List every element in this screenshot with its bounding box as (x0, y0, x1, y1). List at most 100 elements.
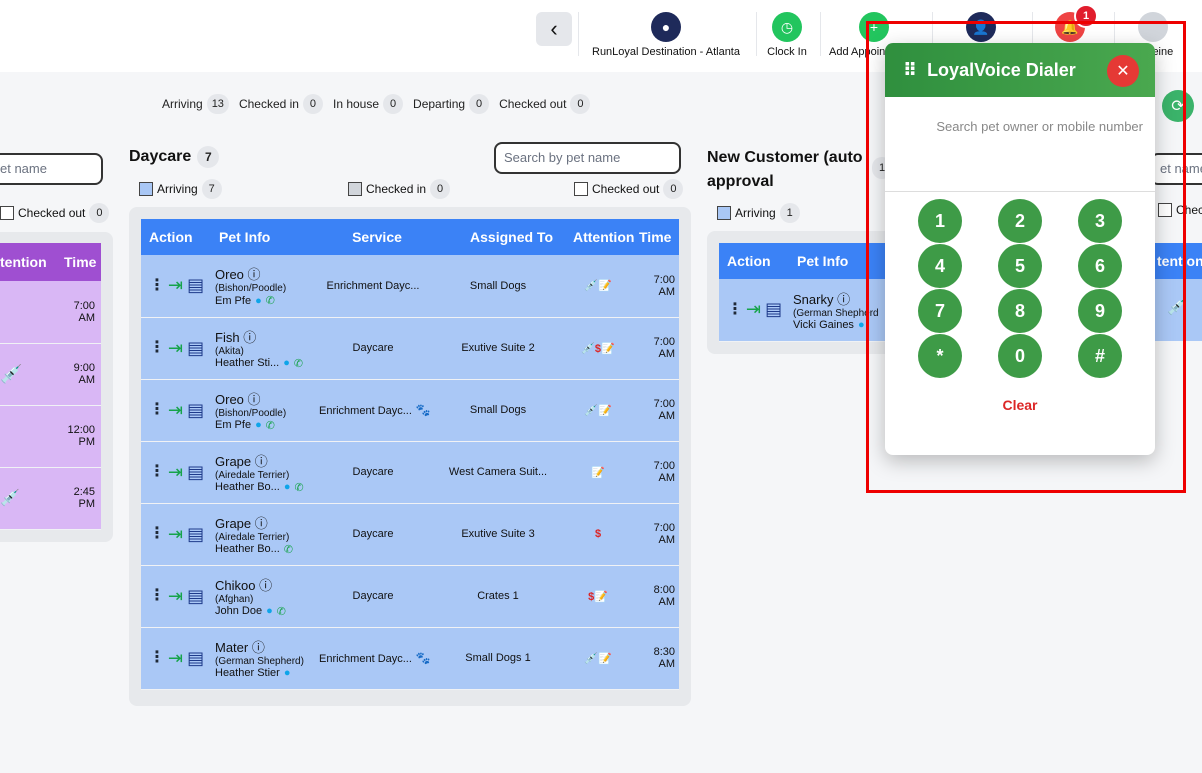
daycare-title: Daycare 7 (129, 146, 220, 168)
phone-icon[interactable]: ✆ (266, 419, 275, 432)
paw-icon: 🐾 (415, 403, 431, 417)
check-in-icon[interactable]: ⇥ (168, 462, 183, 483)
info-icon[interactable]: ⓘ (837, 292, 850, 307)
summary-in-house[interactable]: In house 0 (333, 94, 404, 114)
table-row[interactable]: ⋮ ⇥ ▤ Grape ⓘ (Airedale Terrier) Heather Bo.… (141, 441, 679, 504)
syringe-icon: 💉 (0, 490, 20, 507)
column-header: Pet Info (219, 229, 271, 245)
more-menu-icon[interactable]: ⋮ (149, 340, 165, 356)
info-icon[interactable]: ⓘ (255, 516, 268, 531)
paw-icon: 🐾 (415, 651, 431, 665)
summary-checked-in[interactable]: Checked in 0 (239, 94, 323, 114)
location-selector[interactable]: ● RunLoyal Destination - Atlanta (588, 12, 744, 62)
pet-profile-icon[interactable]: ▤ (765, 299, 782, 320)
chevron-left-icon: ‹ (550, 16, 558, 41)
info-icon[interactable]: ⓘ (248, 392, 261, 407)
pet-profile-icon[interactable]: ▤ (187, 462, 204, 483)
summary-checked-out[interactable]: Checked out 0 (499, 94, 591, 114)
chat-icon[interactable]: ● (266, 605, 273, 617)
table-row[interactable]: ⋮ ⇥ ▤ Grape ⓘ (Airedale Terrier) Heather Bo.… (141, 503, 679, 566)
more-menu-icon[interactable]: ⋮ (149, 650, 165, 666)
check-in-icon[interactable]: ⇥ (168, 524, 183, 545)
checkbox[interactable] (574, 182, 588, 196)
info-icon[interactable]: ⓘ (252, 640, 265, 655)
attention-icons[interactable]: 💉📝 (565, 255, 631, 318)
table-row[interactable]: ⋮ ⇥ ▤ Oreo ⓘ (Bishon/Poodle) Em Pfe ● ✆ Enrich… (141, 255, 679, 318)
chat-icon[interactable]: ● (283, 357, 290, 369)
chat-icon[interactable]: ● (284, 481, 291, 493)
more-menu-icon[interactable]: ⋮ (149, 402, 165, 418)
table-row[interactable]: ⋮ ⇥ ▤ Chikoo ⓘ (Afghan) John Doe ● ✆ Daycare C… (141, 565, 679, 628)
filter-checked-out[interactable]: Checked out 0 (574, 179, 684, 199)
checkbox[interactable] (0, 206, 14, 220)
checkbox[interactable] (348, 182, 362, 196)
more-menu-icon[interactable]: ⋮ (149, 526, 165, 542)
table-row[interactable]: ⋮ ⇥ ▤ Oreo ⓘ (Bishon/Poodle) Em Pfe ● ✆ Enrich… (141, 379, 679, 442)
check-in-icon[interactable]: ⇥ (168, 275, 183, 296)
divider (820, 12, 821, 56)
column-header: Time (639, 229, 672, 245)
more-menu-icon[interactable]: ⋮ (149, 588, 165, 604)
pet-profile-icon[interactable]: ▤ (187, 586, 204, 607)
table-row[interactable]: 💉 9:00 AM (0, 343, 101, 406)
table-row[interactable]: ⋮ ⇥ ▤ Mater ⓘ (German Shepherd) Heather Stie… (141, 627, 679, 690)
table-row[interactable]: 💉 2:45 PM (0, 467, 101, 530)
attention-icons[interactable]: 📝 (565, 441, 631, 504)
checkbox[interactable] (139, 182, 153, 196)
info-icon[interactable]: ⓘ (259, 578, 272, 593)
column-header: Assigned To (470, 229, 553, 245)
left-table: tention Time 7:00 AM 💉 9:00 AM 12:00 PM 💉… (0, 243, 101, 530)
info-icon[interactable]: ⓘ (243, 330, 256, 345)
check-in-icon[interactable]: ⇥ (168, 586, 183, 607)
more-menu-icon[interactable]: ⋮ (727, 301, 743, 317)
table-row[interactable]: 12:00 PM (0, 405, 101, 468)
more-menu-icon[interactable]: ⋮ (149, 464, 165, 480)
pet-profile-icon[interactable]: ▤ (187, 338, 204, 359)
check-in-icon[interactable]: ⇥ (168, 338, 183, 359)
table-row[interactable]: ⋮ ⇥ ▤ Fish ⓘ (Akita) Heather Sti... ● ✆ Daycar… (141, 317, 679, 380)
clock-in-label: Clock In (767, 46, 807, 58)
daycare-search-input[interactable]: Search by pet name (494, 142, 681, 174)
info-icon[interactable]: ⓘ (248, 267, 261, 282)
pet-profile-icon[interactable]: ▤ (187, 524, 204, 545)
info-icon[interactable]: ⓘ (255, 454, 268, 469)
pet-profile-icon[interactable]: ▤ (187, 275, 204, 296)
filter-checked-in[interactable]: Checked in 0 (348, 179, 451, 199)
checkbox[interactable] (717, 206, 731, 220)
summary-arriving[interactable]: Arriving 13 (162, 94, 229, 114)
attention-icons[interactable]: 💉$📝 (565, 317, 631, 380)
clock-in-button[interactable]: ◷ Clock In (764, 12, 810, 62)
phone-icon[interactable]: ✆ (266, 294, 275, 307)
table-row[interactable]: 7:00 AM (0, 281, 101, 344)
phone-icon[interactable]: ✆ (277, 605, 286, 618)
more-menu-icon[interactable]: ⋮ (149, 277, 165, 293)
attention-icons[interactable]: 💉📝 (565, 379, 631, 442)
left-filter-checked-out[interactable]: Checked out 0 (0, 203, 110, 223)
pet-profile-icon[interactable]: ▤ (187, 400, 204, 421)
attention-icons[interactable]: $📝 (565, 565, 631, 628)
check-in-icon[interactable]: ⇥ (168, 648, 183, 669)
syringe-icon: 💉 (0, 363, 23, 384)
location-label: RunLoyal Destination - Atlanta (592, 46, 740, 58)
column-header: Service (352, 229, 402, 245)
chat-icon[interactable]: ● (858, 319, 865, 331)
attention-icons[interactable]: $ (565, 503, 631, 566)
column-header: tention (0, 243, 62, 281)
attention-icons[interactable]: 💉📝 (565, 627, 631, 690)
check-in-icon[interactable]: ⇥ (168, 400, 183, 421)
chat-icon[interactable]: ● (284, 667, 291, 679)
new-customer-filter-arriving[interactable]: Arriving 1 (717, 203, 800, 223)
back-button[interactable]: ‹ (536, 12, 572, 46)
pet-profile-icon[interactable]: ▤ (187, 648, 204, 669)
phone-icon[interactable]: ✆ (294, 481, 303, 494)
chat-icon[interactable]: ● (255, 295, 262, 307)
column-header: Attention (573, 229, 635, 245)
chat-icon[interactable]: ● (255, 419, 262, 431)
check-in-icon[interactable]: ⇥ (746, 299, 761, 320)
phone-icon[interactable]: ✆ (284, 543, 293, 556)
left-search-input[interactable]: et name (0, 153, 103, 185)
highlight-box (866, 21, 1186, 493)
filter-arriving[interactable]: Arriving 7 (139, 179, 222, 199)
summary-departing[interactable]: Departing 0 (413, 94, 490, 114)
phone-icon[interactable]: ✆ (294, 357, 303, 370)
